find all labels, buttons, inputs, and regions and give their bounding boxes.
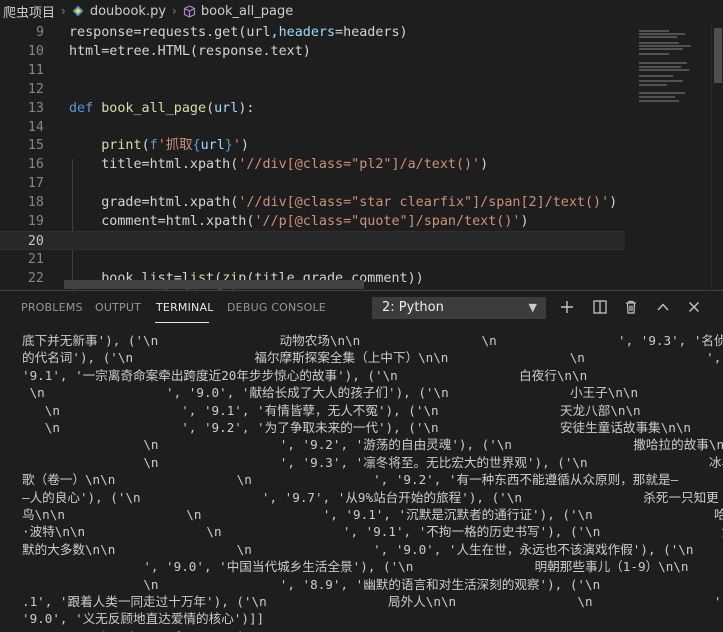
line-number: 12 [27,81,44,97]
line-number: 13 [27,100,44,116]
terminal-line: PS D:\vscode\Microsoft VS Code> [22,628,257,632]
terminal-line: —人的良心'), ('\n ', '9.7', '从9%站台开始的旅程'), (… [22,489,719,505]
terminal-line: 的代名词'), ('\n 福尔摩斯探案全集（上中下）\n\n \n ', [22,350,722,366]
scrollbar-thumb[interactable] [714,28,722,83]
code-line[interactable]: 21 [0,250,625,269]
code-line[interactable]: 13 def book_all_page(url): [0,99,625,118]
line-number: 17 [27,176,44,192]
code-line[interactable]: 9 response=requests.get(url,headers=heade… [0,23,625,42]
chevron-up-icon[interactable] [653,297,673,317]
code-editor[interactable]: 9 response=requests.get(url,headers=heade… [0,22,625,290]
code-line[interactable]: 14 [0,118,625,137]
terminal-line: 默的大多数\n\n \n ', '9.0', '人生在世，永远也不该演戏作假')… [22,541,694,557]
minimap-line [639,36,677,38]
terminal-line: \n ', '8.9', '幽默的语言和对生活深刻的观察'), ('\n ', … [22,576,723,592]
editor-vertical-scrollbar[interactable] [711,22,723,290]
terminal-output[interactable]: 底下并无新事'), ('\n 动物农场\n\n \n ', '9.3', '名侦… [0,325,723,632]
code-text: comment=html.xpath('//p[@class="quote"]/… [69,214,529,229]
minimap-line [639,30,669,32]
terminal-line: \n ', '9.1', '有情皆孽，无人不冤'), ('\n 天龙八部\n\n [22,402,641,418]
code-line[interactable]: 15 print(f'抓取{url}') [0,136,625,155]
code-text: response=requests.get(url,headers=header… [69,25,408,40]
terminal-line: 鸟\n\n \n ', '9.1', '沉默是沉默者的通行证'), ('\n 哈… [22,507,723,522]
tab-output[interactable]: OUTPUT [95,301,141,314]
editor-horizontal-scrollbar[interactable] [64,280,364,289]
tab-terminal[interactable]: TERMINAL [156,301,214,314]
breadcrumb-symbol[interactable]: book_all_page [201,4,293,19]
line-number: 11 [27,62,44,78]
code-text: def book_all_page(url): [69,100,255,116]
panel-tab-bar: PROBLEMS OUTPUT TERMINAL DEBUG CONSOLE 2… [0,291,723,325]
terminal-line: '9.0', '义无反顾地直达爱情的核心')]] [22,611,265,627]
line-number: 18 [27,195,44,211]
line-number: 15 [27,138,44,154]
active-tab-indicator [155,322,209,323]
code-line[interactable]: 18 grade=html.xpath('//div[@class="star … [0,193,625,212]
tab-problems[interactable]: PROBLEMS [21,301,83,314]
minimap-line [639,66,681,68]
terminal-line: 底下并无新事'), ('\n 动物农场\n\n \n ', '9.3', '名侦… [22,333,723,348]
line-number: 14 [27,119,44,135]
code-line[interactable]: 10 html=etree.HTML(response.text) [0,42,625,61]
minimap-line [639,80,683,82]
terminal-line: ·波特\n\n \n ', '9.1', '不拘一格的历史书写'), ('\n … [22,524,723,540]
code-line[interactable]: 17 [0,174,625,193]
minimap[interactable] [625,22,711,290]
terminal-line: .1', '跟着人类一同走过十万年'), ('\n 局外人\n\n \n ', [22,594,723,609]
terminal-select[interactable]: 2: Python ▼ [372,297,546,319]
breadcrumb-folder[interactable]: 爬虫项目 [3,2,55,21]
terminal-select-value: 2: Python [382,300,444,315]
code-line[interactable]: 19 comment=html.xpath('//p[@class="quote… [0,212,625,231]
code-line[interactable]: 12 [0,80,625,99]
plus-icon[interactable] [557,297,577,317]
code-line[interactable]: 11 [0,61,625,80]
line-number: 22 [27,270,44,286]
trash-icon[interactable] [621,297,641,317]
line-number: 10 [27,43,44,59]
line-number: 9 [35,25,44,40]
chevron-down-icon: ▼ [528,301,537,314]
terminal-line: \n ', '9.2', '游荡的自由灵魂'), ('\n 撒哈拉的故事\n\n [22,437,723,453]
python-file-icon [72,5,84,17]
minimap-line [639,42,679,44]
chevron-right-icon: › [172,4,177,18]
line-number: 19 [27,214,44,229]
terminal-line: \n ', '9.2', '为了争取未来的一代'), ('\n 安徒生童话故事集… [22,420,692,435]
terminal-line: \n ', '9.0', '献给长成了大人的孩子们'), ('\n 小王子\n\… [22,385,639,401]
line-number: 16 [27,157,44,173]
minimap-line [639,45,691,47]
minimap-line [639,62,687,64]
breadcrumb: 爬虫项目 › doubook.py › book_all_page [0,0,723,22]
code-text: title=html.xpath('//div[@class="pl2"]/a/… [69,157,489,173]
split-icon[interactable] [590,297,610,317]
minimap-line [639,69,689,71]
breadcrumb-file[interactable]: doubook.py [90,4,166,19]
tab-debug-console[interactable]: DEBUG CONSOLE [227,301,326,314]
chevron-right-icon: › [61,4,66,18]
terminal-line: \n ', '9.3', '凛冬将至。无比宏大的世界观'), ('\n 冰与火之 [22,454,723,470]
terminal-line: ', '9.0', '中国当代城乡生活全景'), ('\n 明朝那些事儿（1-9… [22,559,689,575]
minimap-line [639,53,669,55]
close-icon[interactable] [684,297,704,317]
minimap-line [639,75,673,77]
minimap-line [639,84,667,86]
method-cube-icon [183,4,195,18]
code-text: html=etree.HTML(response.text) [69,43,311,59]
minimap-line [639,92,685,94]
code-text: grade=html.xpath('//div[@class="star cle… [69,195,618,211]
code-text: print(f'抓取{url}') [101,138,249,154]
minimap-line [639,33,685,35]
minimap-line [639,96,675,98]
terminal-line: '9.1', '一宗离奇命案牵出跨度近20年步步惊心的故事'), ('\n 白夜… [22,367,588,383]
terminal-line: 歌（卷一）\n\n \n ', '9.2', '有一种东西不能遵循从众原则，那就… [22,472,679,488]
minimap-line [639,100,679,102]
code-line[interactable]: 16 title=html.xpath('//div[@class="pl2"]… [0,155,625,174]
line-number: 20 [27,233,44,249]
line-number: 21 [27,251,44,267]
minimap-line [639,48,683,50]
code-line[interactable]: 20 [0,230,625,250]
